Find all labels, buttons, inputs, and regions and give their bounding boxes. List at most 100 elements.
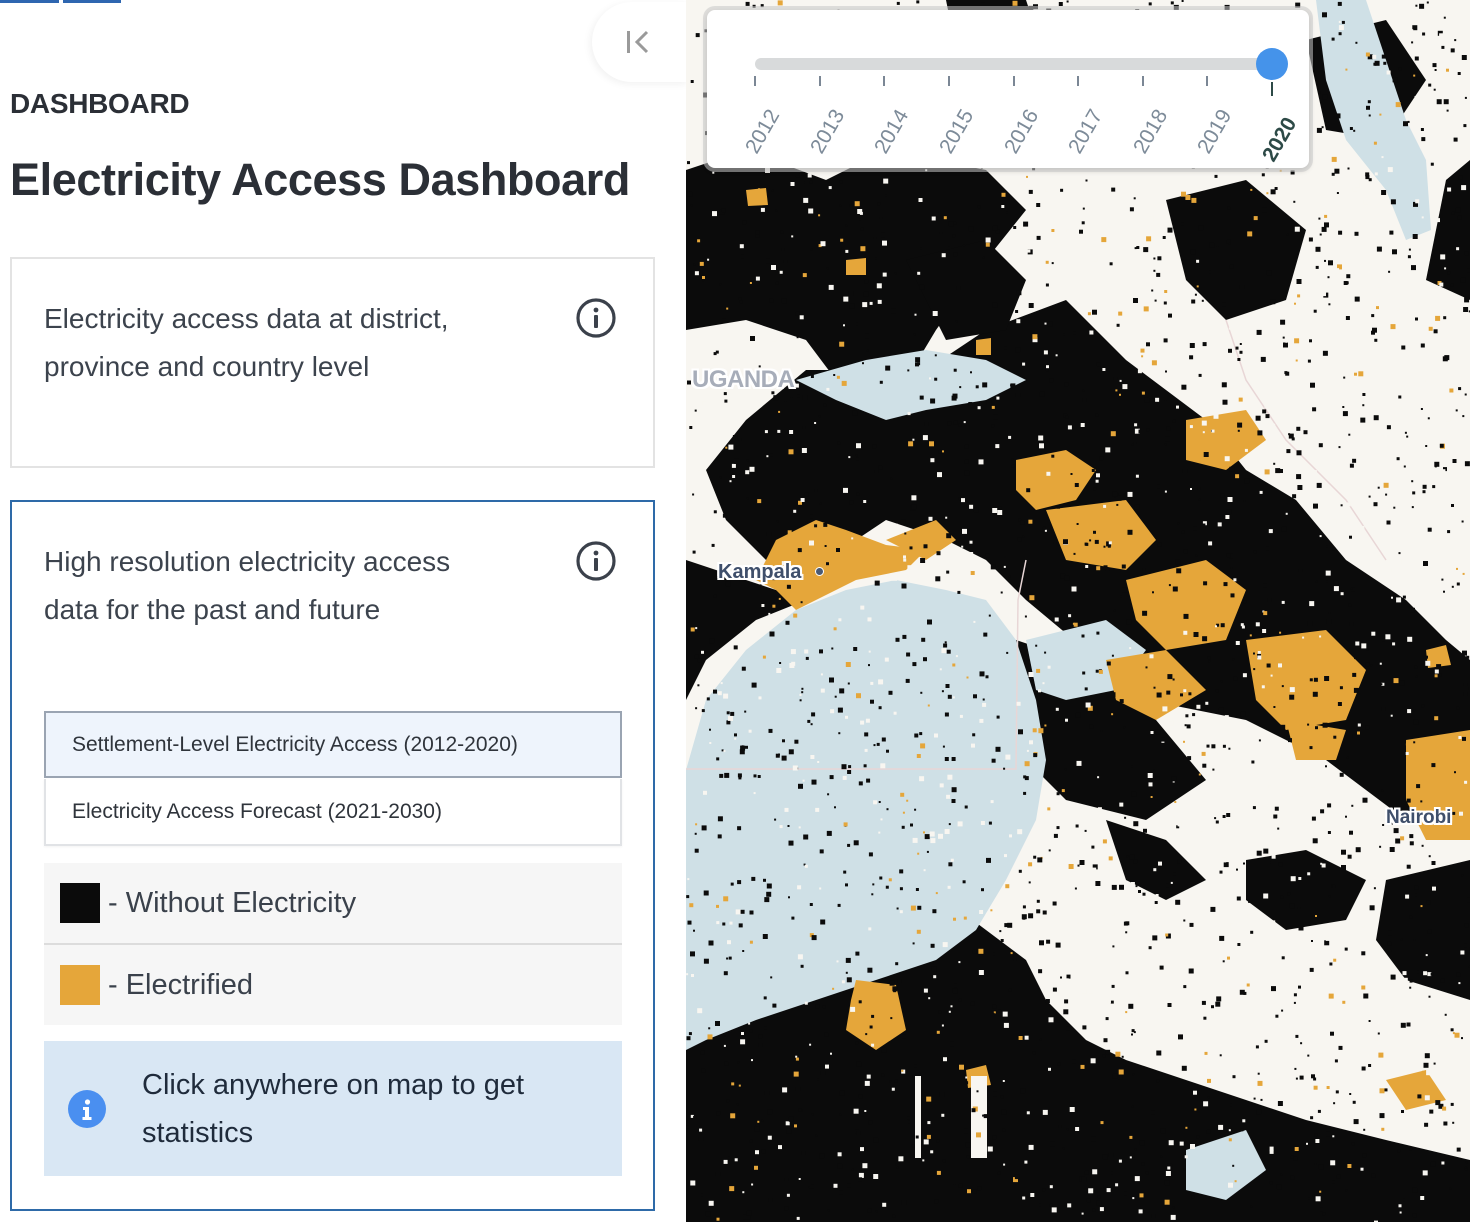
city-label-nairobi[interactable]: Nairobi — [1386, 807, 1451, 829]
raster-pixel — [1053, 1212, 1057, 1217]
raster-pixel — [1411, 41, 1414, 44]
raster-pixel — [1238, 397, 1243, 402]
raster-pixel — [1335, 113, 1341, 119]
layer-option-settlement-level[interactable]: Settlement-Level Electricity Access (201… — [44, 711, 622, 778]
raster-pixel — [792, 765, 798, 771]
raster-pixel — [1315, 1139, 1320, 1143]
raster-pixel — [992, 1012, 995, 1015]
raster-pixel — [1193, 1090, 1197, 1095]
raster-pixel — [1003, 1022, 1009, 1028]
map-canvas[interactable]: UGANDA Kampala Nairobi — [686, 0, 1470, 1222]
year-slider-track[interactable] — [755, 58, 1275, 70]
top-tab-2[interactable] — [63, 0, 121, 3]
raster-pixel — [1336, 1174, 1341, 1179]
raster-pixel — [768, 612, 771, 615]
layer-option-forecast[interactable]: Electricity Access Forecast (2021-2030) — [44, 779, 622, 846]
raster-pixel — [912, 438, 915, 441]
raster-pixel — [753, 792, 756, 795]
raster-pixel — [1332, 885, 1336, 888]
raster-pixel — [695, 627, 698, 630]
year-label-2015[interactable]: 2015 — [935, 106, 979, 158]
raster-pixel — [1085, 565, 1089, 568]
raster-pixel — [1319, 1207, 1324, 1212]
raster-pixel — [1345, 68, 1348, 71]
raster-pixel — [703, 890, 709, 896]
raster-pixel — [1085, 542, 1089, 546]
raster-pixel — [1071, 586, 1077, 592]
raster-pixel — [1273, 706, 1276, 708]
raster-pixel — [1338, 20, 1341, 23]
year-slider-thumb[interactable] — [1256, 48, 1288, 80]
year-label-2016[interactable]: 2016 — [1000, 106, 1044, 158]
card-description: Electricity access data at district, pro… — [44, 303, 449, 382]
raster-pixel — [1361, 643, 1367, 649]
raster-pixel — [1277, 827, 1280, 830]
raster-pixel — [1451, 504, 1454, 507]
raster-pixel — [1163, 301, 1167, 305]
raster-pixel — [1026, 1111, 1030, 1115]
raster-pixel — [725, 446, 728, 449]
year-label-2012[interactable]: 2012 — [741, 106, 785, 158]
raster-pixel — [930, 398, 936, 404]
raster-pixel — [1130, 882, 1135, 886]
raster-pixel — [847, 770, 852, 774]
raster-pixel — [757, 499, 762, 504]
raster-pixel — [1360, 1116, 1365, 1121]
year-label-2019[interactable]: 2019 — [1193, 106, 1237, 158]
raster-pixel — [1454, 771, 1456, 774]
collapse-sidebar-button[interactable] — [592, 2, 688, 82]
year-label-2018[interactable]: 2018 — [1129, 106, 1173, 158]
raster-pixel — [952, 663, 956, 667]
info-circle-icon[interactable] — [575, 297, 617, 339]
raster-pixel — [722, 318, 726, 323]
raster-pixel — [1464, 297, 1470, 303]
raster-pixel — [1020, 1088, 1026, 1094]
info-circle-icon[interactable] — [575, 540, 617, 582]
raster-pixel — [951, 787, 957, 793]
raster-pixel — [1153, 769, 1156, 772]
raster-pixel — [1402, 595, 1406, 599]
raster-pixel — [1447, 530, 1451, 534]
city-marker-kampala[interactable] — [815, 567, 824, 576]
raster-pixel — [969, 540, 973, 544]
raster-pixel — [1331, 156, 1337, 162]
raster-pixel — [1406, 124, 1408, 126]
year-label-2013[interactable]: 2013 — [806, 106, 850, 158]
top-tab-1[interactable] — [0, 0, 59, 3]
year-label-2020[interactable]: 2020 — [1258, 114, 1302, 166]
raster-pixel — [858, 1094, 863, 1099]
raster-pixel — [1172, 586, 1178, 592]
raster-pixel — [1365, 172, 1370, 177]
raster-pixel — [1196, 285, 1199, 288]
raster-pixel — [1436, 99, 1442, 105]
raster-pixel — [1015, 310, 1019, 313]
raster-pixel — [814, 422, 817, 424]
raster-pixel — [1221, 382, 1227, 388]
raster-pixel — [1406, 864, 1411, 869]
raster-pixel — [1028, 862, 1033, 867]
raster-pixel — [932, 909, 937, 914]
raster-pixel — [922, 435, 928, 441]
city-label-kampala[interactable]: Kampala — [718, 561, 801, 584]
raster-pixel — [815, 1134, 818, 1137]
raster-pixel — [1024, 761, 1030, 767]
raster-pixel — [1339, 772, 1344, 777]
raster-pixel — [1407, 120, 1410, 123]
raster-pixel — [979, 671, 985, 677]
raster-pixel — [982, 1185, 987, 1190]
raster-pixel — [851, 537, 854, 540]
raster-pixel — [1198, 498, 1201, 501]
raster-pixel — [1296, 426, 1301, 431]
raster-pixel — [1026, 175, 1028, 178]
raster-pixel — [1170, 1, 1174, 5]
electricity-access-raster[interactable] — [686, 0, 1470, 1222]
raster-pixel — [1404, 431, 1407, 434]
raster-pixel — [946, 649, 951, 654]
raster-pixel — [927, 1121, 931, 1125]
raster-pixel — [1049, 1203, 1053, 1207]
raster-pixel — [987, 1146, 993, 1152]
raster-pixel — [1039, 443, 1044, 449]
year-label-2017[interactable]: 2017 — [1064, 106, 1108, 158]
admin-level-data-card[interactable]: Electricity access data at district, pro… — [10, 257, 655, 468]
year-label-2014[interactable]: 2014 — [870, 106, 914, 158]
